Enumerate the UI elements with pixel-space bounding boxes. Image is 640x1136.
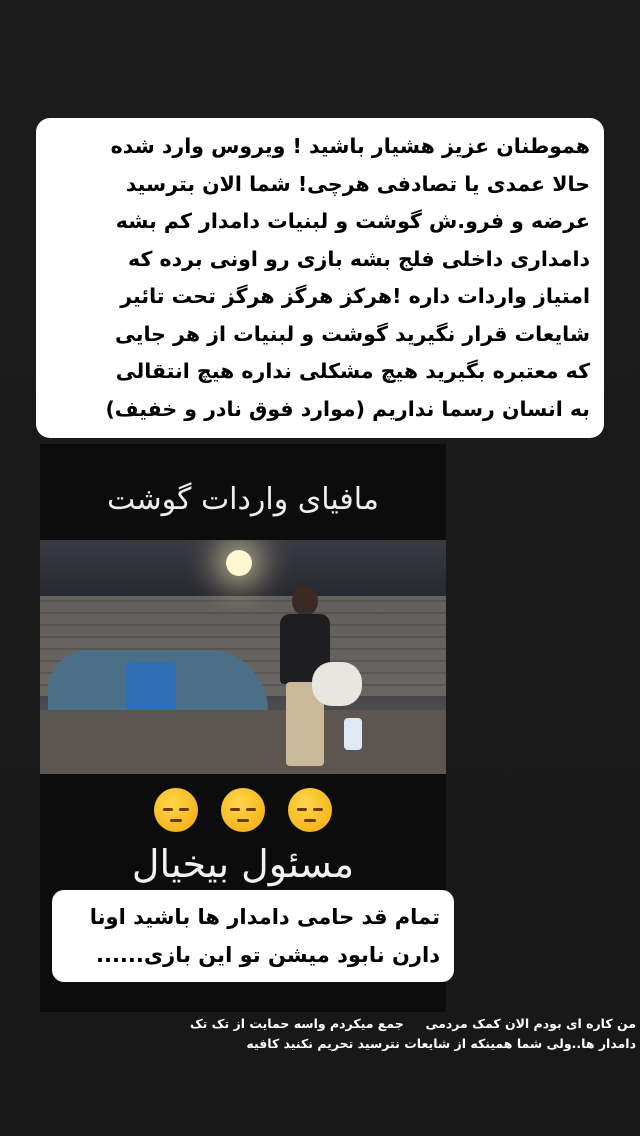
ground [40,710,446,774]
sheep [312,662,362,706]
video-photo [40,540,446,774]
bottom-caption-text: من کاره ای بودم الان کمک مردمی جمع میکرد… [189,1016,636,1051]
pensive-face-icon [154,788,199,832]
water-bottle [344,718,362,750]
pensive-face-icon [221,788,265,832]
emoji-row [40,788,446,842]
pensive-face-icon [287,788,332,832]
lamp-light [226,550,252,576]
top-caption-sticker: هموطنان عزیز هشیار باشید ! ویروس وارد شد… [36,118,604,438]
middle-caption-sticker: تمام قد حامی دامدار ها باشید اونا دارن ن… [52,890,454,982]
video-subtitle: مسئول بیخیال [131,842,355,886]
video-title: مافیای واردات گوشت [107,482,379,517]
